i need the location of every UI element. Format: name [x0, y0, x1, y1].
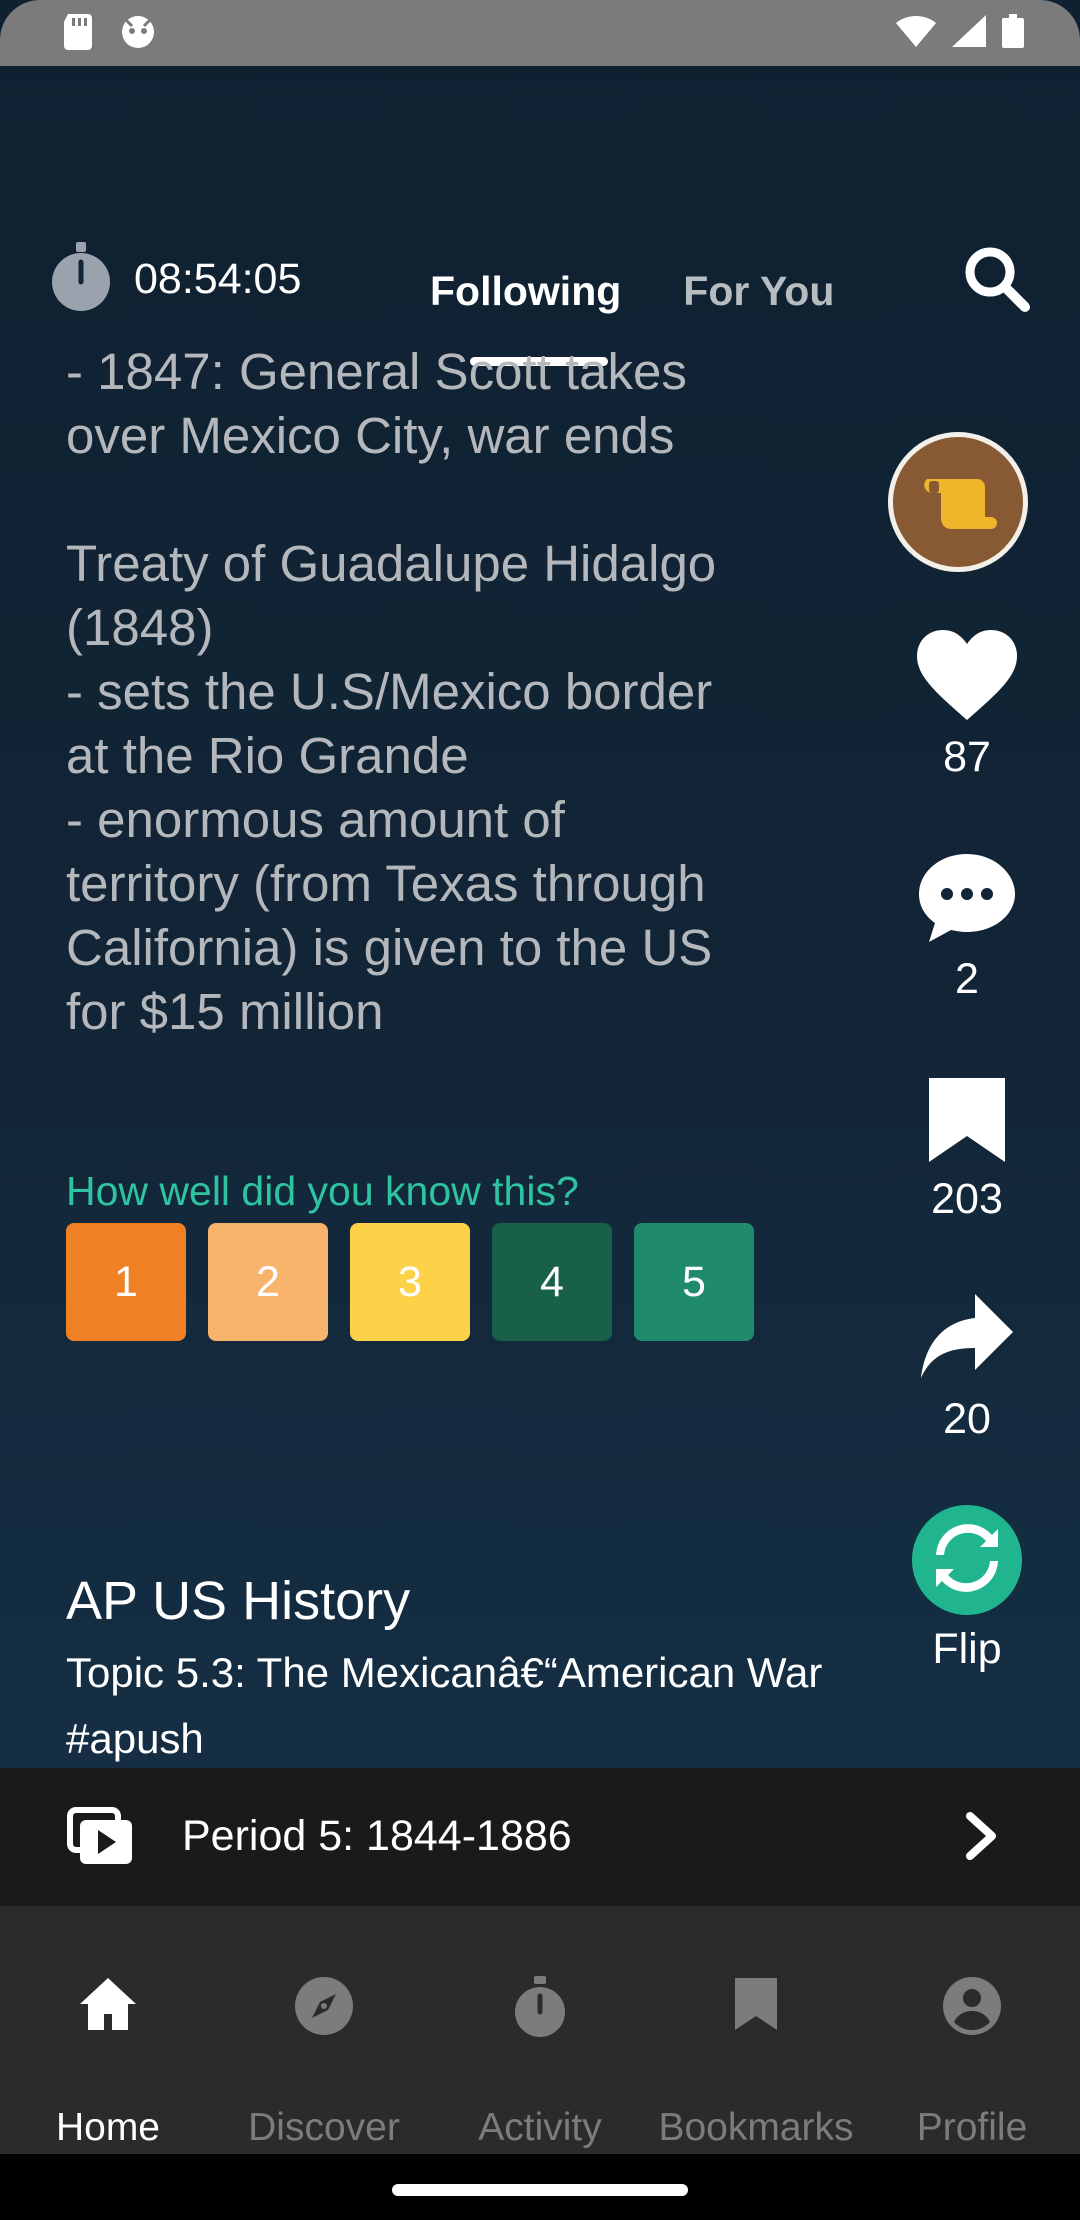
app-screen: 08:54:05 Following For You - 1847: Gener… — [0, 0, 1080, 2220]
gesture-navigation-area — [0, 2154, 1080, 2220]
creator-avatar[interactable] — [888, 432, 1028, 572]
nav-profile[interactable]: Profile — [864, 1906, 1080, 2154]
sd-card-icon — [62, 14, 94, 55]
playlist-icon — [66, 1806, 134, 1871]
tab-for-you[interactable]: For You — [683, 268, 834, 315]
rating-buttons: 1 2 3 4 5 — [66, 1223, 754, 1341]
bookmark-icon — [927, 1078, 1007, 1168]
bottom-navigation: Home Discover Activity Bookmarks Profile — [0, 1906, 1080, 2154]
flip-action[interactable]: Flip — [880, 1505, 1054, 1674]
battery-icon — [1002, 14, 1024, 53]
comment-count: 2 — [955, 955, 979, 1003]
compass-icon — [294, 1976, 354, 2041]
cat-notification-icon — [120, 14, 156, 55]
timer-value: 08:54:05 — [134, 255, 302, 303]
rating-button-4[interactable]: 4 — [492, 1223, 612, 1341]
account-circle-icon — [942, 1976, 1002, 2041]
rating-button-5[interactable]: 5 — [634, 1223, 754, 1341]
heart-icon — [915, 630, 1019, 726]
flip-button[interactable] — [912, 1505, 1022, 1615]
playlist-title: Period 5: 1844-1886 — [182, 1812, 572, 1860]
cell-signal-icon — [952, 15, 986, 52]
comment-action[interactable]: 2 — [880, 852, 1054, 1004]
status-bar — [0, 0, 1080, 66]
share-icon — [919, 1294, 1015, 1388]
tab-following[interactable]: Following — [430, 268, 621, 315]
share-count: 20 — [943, 1395, 991, 1443]
stopwatch-icon — [512, 1976, 568, 2043]
refresh-icon — [932, 1523, 1002, 1598]
nav-label-profile: Profile — [916, 2106, 1028, 2149]
session-timer[interactable]: 08:54:05 — [50, 242, 301, 317]
nav-activity[interactable]: Activity — [432, 1906, 648, 2154]
nav-bookmarks[interactable]: Bookmarks — [648, 1906, 864, 2154]
comment-icon — [917, 854, 1017, 948]
share-action[interactable]: 20 — [880, 1292, 1054, 1444]
home-icon — [78, 1976, 138, 2037]
rating-button-3[interactable]: 3 — [350, 1223, 470, 1341]
nav-label-home: Home — [55, 2106, 161, 2149]
flip-label: Flip — [932, 1625, 1002, 1673]
rating-prompt: How well did you know this? — [66, 1168, 579, 1214]
nav-label-discover: Discover — [248, 2106, 400, 2149]
stopwatch-icon — [50, 242, 112, 317]
chevron-right-icon[interactable] — [962, 1810, 1002, 1867]
nav-home[interactable]: Home — [0, 1906, 216, 2154]
like-action[interactable]: 87 — [880, 628, 1054, 782]
flashcard-text: - 1847: General Scott takes over Mexico … — [66, 343, 717, 1040]
bookmark-count: 203 — [931, 1175, 1003, 1223]
bookmark-icon — [733, 1976, 779, 2037]
topic-description: Topic 5.3: The Mexicanâ€“American War #a… — [66, 1649, 823, 1762]
nav-discover[interactable]: Discover — [216, 1906, 432, 2154]
course-title[interactable]: AP US History — [66, 1570, 410, 1632]
feed-tabs: Following For You — [430, 268, 834, 315]
nav-label-bookmarks: Bookmarks — [658, 2106, 854, 2149]
like-count: 87 — [943, 733, 991, 781]
wifi-icon — [896, 15, 936, 52]
search-icon[interactable] — [964, 246, 1030, 317]
home-gesture-bar[interactable] — [392, 2184, 688, 2196]
bookmark-action[interactable]: 203 — [880, 1076, 1054, 1224]
rating-button-2[interactable]: 2 — [208, 1223, 328, 1341]
nav-label-activity: Activity — [478, 2106, 602, 2149]
rating-button-1[interactable]: 1 — [66, 1223, 186, 1341]
scroll-icon — [924, 479, 997, 529]
playlist-bar[interactable]: Period 5: 1844-1886 — [0, 1768, 1080, 1906]
